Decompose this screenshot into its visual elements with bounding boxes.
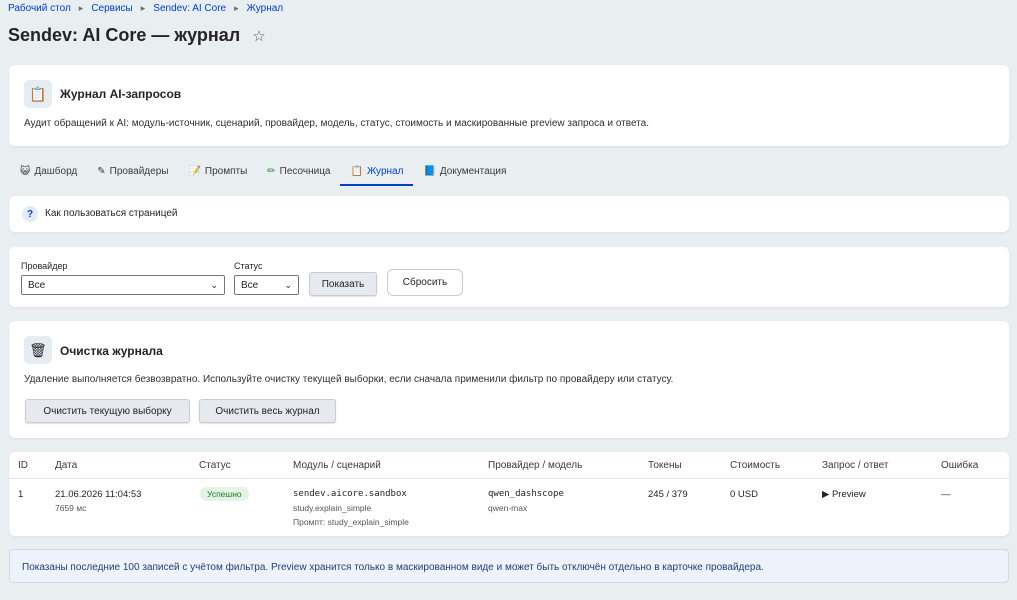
notice-text: Показаны последние 100 записей с учётом …	[22, 562, 764, 573]
col-error: Ошибка	[941, 460, 979, 471]
clean-description: Удаление выполняется безвозвратно. Испол…	[24, 374, 674, 385]
status-label: Статус	[234, 261, 263, 271]
reset-button[interactable]: Сбросить	[387, 269, 463, 296]
page-title-text: Sendev: AI Core — журнал	[8, 25, 241, 45]
star-icon[interactable]: ☆	[252, 27, 265, 45]
col-preview: Запрос / ответ	[822, 460, 889, 471]
tab-label: Песочница	[279, 165, 331, 177]
breadcrumb: Рабочий стол ▸ Сервисы ▸ Sendev: AI Core…	[8, 3, 283, 14]
trash-icon: 🗑	[24, 336, 52, 364]
provider-select[interactable]: Все ⌄	[21, 275, 225, 295]
status-select[interactable]: Все ⌄	[234, 275, 299, 295]
breadcrumb-journal[interactable]: Журнал	[247, 3, 284, 14]
cell-cost: 0 USD	[730, 489, 758, 500]
clean-title: Очистка журнала	[60, 344, 163, 358]
clear-all-button[interactable]: Очистить весь журнал	[199, 399, 336, 423]
chevron-right-icon: ▸	[234, 3, 239, 13]
cell-provider: qwen_dashscope	[488, 489, 564, 499]
col-date: Дата	[55, 460, 78, 471]
info-notice: Показаны последние 100 записей с учётом …	[9, 549, 1009, 583]
col-tokens: Токены	[648, 460, 682, 471]
clipboard-icon: 📋	[24, 80, 52, 108]
header-description: Аудит обращений к AI: модуль-источник, с…	[24, 118, 649, 129]
cell-date: 21.06.2026 11:04:53	[55, 489, 142, 500]
cell-scenario: study.explain_simple	[293, 503, 372, 513]
tab-label: Провайдеры	[109, 165, 169, 177]
question-icon: ?	[22, 206, 38, 222]
chevron-down-icon: ⌄	[210, 279, 218, 290]
chevron-right-icon: ▸	[140, 3, 146, 13]
cell-duration: 7659 мс	[55, 503, 87, 513]
status-select-value: Все	[241, 279, 259, 291]
header-card: 📋 Журнал AI-запросов Аудит обращений к A…	[9, 65, 1009, 146]
cell-error: —	[941, 489, 951, 500]
tab-label: Промпты	[204, 165, 248, 177]
clean-card: 🗑 Очистка журнала Удаление выполняется б…	[9, 321, 1009, 438]
cell-prompt: Промпт: study_explain_simple	[293, 517, 409, 527]
breadcrumb-aicore[interactable]: Sendev: AI Core	[153, 3, 226, 14]
cell-tokens: 245 / 379	[648, 489, 688, 500]
tab-journal[interactable]: 📋 Журнал	[340, 158, 414, 186]
clear-selection-button[interactable]: Очистить текущую выборку	[25, 399, 190, 423]
tab-documentation[interactable]: 📘 Документация	[413, 158, 516, 184]
provider-select-value: Все	[28, 279, 46, 291]
preview-toggle[interactable]: ▶ Preview	[822, 489, 866, 500]
book-icon: 📘	[423, 165, 436, 177]
chevron-down-icon: ⌄	[284, 279, 292, 290]
show-button[interactable]: Показать	[309, 272, 377, 296]
divider	[9, 478, 1009, 479]
breadcrumb-desktop[interactable]: Рабочий стол	[8, 3, 71, 14]
cell-model: qwen-max	[488, 503, 528, 513]
cell-module: sendev.aicore.sandbox	[293, 489, 407, 499]
cell-id: 1	[18, 489, 24, 500]
tab-label: Дашборд	[34, 165, 78, 177]
provider-label: Провайдер	[21, 261, 68, 271]
tabs: 😺 Дашборд ✎ Провайдеры 📝 Промпты ✏ Песочница…	[10, 158, 516, 186]
col-cost: Стоимость	[730, 460, 781, 471]
header-title: Журнал AI-запросов	[60, 87, 182, 101]
breadcrumb-services[interactable]: Сервисы	[91, 3, 132, 14]
tab-label: Журнал	[366, 165, 404, 177]
col-module: Модуль / сценарий	[293, 460, 381, 471]
pen-icon: ✎	[97, 165, 106, 177]
help-card[interactable]: ? Как пользоваться страницей	[9, 196, 1009, 232]
tab-dashboard[interactable]: 😺 Дашборд	[10, 158, 87, 184]
col-provider: Провайдер / модель	[488, 460, 583, 471]
tab-prompts[interactable]: 📝 Промпты	[178, 158, 257, 184]
status-badge: Успешно	[200, 487, 249, 501]
pencil-icon: ✏	[267, 165, 276, 177]
tab-providers[interactable]: ✎ Провайдеры	[87, 158, 178, 184]
page-title: Sendev: AI Core — журнал ☆	[8, 25, 266, 46]
help-label: Как пользоваться страницей	[45, 208, 178, 219]
chevron-right-icon: ▸	[78, 3, 84, 13]
journal-table: ID Дата Статус Модуль / сценарий Провайд…	[9, 452, 1009, 536]
cat-icon: 😺	[20, 165, 31, 177]
memo-icon: 📝	[188, 165, 201, 177]
filter-card: Провайдер Все ⌄ Статус Все ⌄ Показать Сб…	[9, 247, 1009, 307]
tab-sandbox[interactable]: ✏ Песочница	[257, 158, 340, 184]
col-id: ID	[18, 460, 28, 471]
tab-label: Документация	[439, 165, 507, 177]
col-status: Статус	[199, 460, 231, 471]
clipboard-icon: 📋	[350, 165, 363, 177]
